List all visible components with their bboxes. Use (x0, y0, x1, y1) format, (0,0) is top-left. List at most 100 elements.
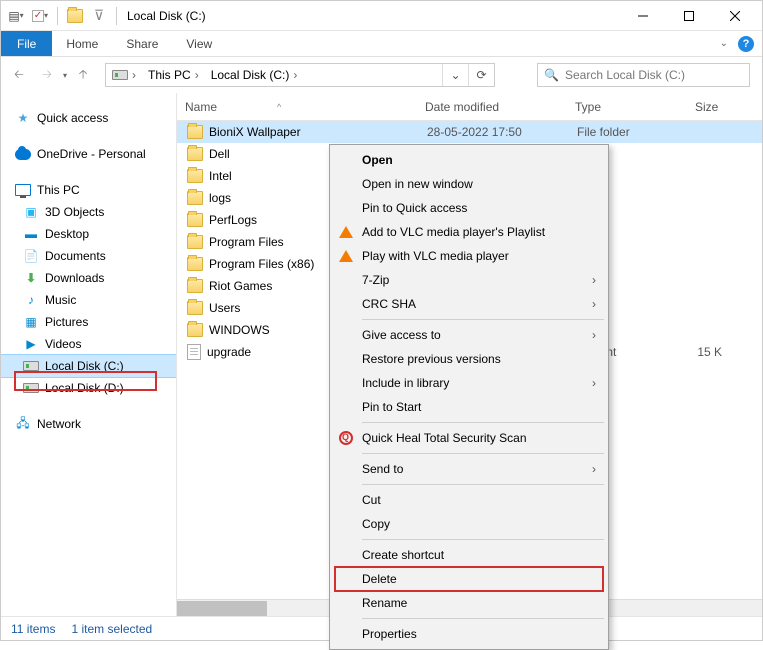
help-icon[interactable]: ? (738, 36, 754, 52)
disk-icon (23, 358, 39, 374)
history-dropdown-icon[interactable]: ▾ (63, 71, 67, 80)
minimize-button[interactable] (620, 1, 666, 31)
ribbon-tab-view[interactable]: View (172, 31, 226, 56)
chevron-right-icon: › (592, 462, 596, 476)
search-placeholder: Search Local Disk (C:) (565, 68, 685, 82)
sidebar-item-3d[interactable]: ▣3D Objects (1, 201, 176, 223)
refresh-button[interactable]: ⟳ (468, 64, 494, 86)
back-button[interactable]: 🡠 (7, 63, 31, 87)
ctx-copy[interactable]: Copy (332, 512, 606, 536)
vlc-icon (338, 224, 354, 240)
folder-icon (187, 147, 203, 161)
folder-icon (187, 301, 203, 315)
chevron-right-icon: › (592, 376, 596, 390)
nav-bar: 🡠 🡢 ▾ 🡡 › This PC› Local Disk (C:)› ⌄ ⟳ … (1, 57, 762, 93)
file-name: WINDOWS (209, 323, 270, 337)
qat-overflow-icon[interactable]: ⊽ (88, 5, 110, 27)
sidebar-network[interactable]: 🖧Network (1, 413, 176, 435)
ctx-pin-start[interactable]: Pin to Start (332, 395, 606, 419)
ctx-rename[interactable]: Rename (332, 591, 606, 615)
file-name: BioniX Wallpaper (209, 125, 301, 139)
ctx-restore-versions[interactable]: Restore previous versions (332, 347, 606, 371)
ctx-vlc-add[interactable]: Add to VLC media player's Playlist (332, 220, 606, 244)
file-name: Program Files (209, 235, 284, 249)
addr-dropdown-icon[interactable]: ⌄ (442, 64, 468, 86)
file-name: Riot Games (209, 279, 272, 293)
ctx-give-access[interactable]: Give access to› (332, 323, 606, 347)
close-button[interactable] (712, 1, 758, 31)
disk-icon (112, 70, 128, 80)
sidebar-item-music[interactable]: ♪Music (1, 289, 176, 311)
breadcrumb-pc[interactable]: This PC (148, 68, 191, 82)
context-menu: Open Open in new window Pin to Quick acc… (329, 144, 609, 650)
file-name: Dell (209, 147, 230, 161)
folder-icon (187, 279, 203, 293)
up-button[interactable]: 🡡 (71, 63, 95, 87)
ctx-open[interactable]: Open (332, 148, 606, 172)
sidebar-item-documents[interactable]: 📄Documents (1, 245, 176, 267)
sidebar-item-disk-c[interactable]: Local Disk (C:) (1, 355, 176, 377)
navigation-pane: ★Quick access OneDrive - Personal This P… (1, 93, 177, 616)
quick-access-toolbar: ▤▾ ✓▾ ⊽ (5, 5, 121, 27)
ctx-open-new-window[interactable]: Open in new window (332, 172, 606, 196)
address-bar[interactable]: › This PC› Local Disk (C:)› ⌄ ⟳ (105, 63, 495, 87)
qat-check-icon[interactable]: ✓▾ (29, 5, 51, 27)
documents-icon: 📄 (23, 248, 39, 264)
col-type-header[interactable]: Type (575, 100, 695, 114)
ribbon-expand-icon[interactable]: ⌄ (720, 38, 728, 49)
file-type: File folder (577, 125, 697, 139)
file-name: Users (209, 301, 240, 315)
search-input[interactable]: 🔍 Search Local Disk (C:) (537, 63, 750, 87)
pc-icon (15, 182, 31, 198)
ribbon-tab-home[interactable]: Home (52, 31, 112, 56)
status-selection: 1 item selected (71, 622, 152, 636)
network-icon: 🖧 (15, 416, 31, 432)
qat-menu-icon[interactable]: ▤▾ (5, 5, 27, 27)
sidebar-onedrive[interactable]: OneDrive - Personal (1, 143, 176, 165)
search-icon: 🔍 (544, 68, 559, 82)
sidebar-this-pc[interactable]: This PC (1, 179, 176, 201)
ctx-crc[interactable]: CRC SHA› (332, 292, 606, 316)
file-name: Program Files (x86) (209, 257, 314, 271)
file-row[interactable]: BioniX Wallpaper 28-05-2022 17:50File fol… (177, 121, 762, 143)
folder-icon (64, 5, 86, 27)
sidebar-item-desktop[interactable]: ▬Desktop (1, 223, 176, 245)
ctx-properties[interactable]: Properties (332, 622, 606, 646)
breadcrumb-disk[interactable]: Local Disk (C:) (211, 68, 290, 82)
ctx-pin-quick-access[interactable]: Pin to Quick access (332, 196, 606, 220)
ribbon-tab-share[interactable]: Share (112, 31, 172, 56)
pictures-icon: ▦ (23, 314, 39, 330)
forward-button[interactable]: 🡢 (35, 63, 59, 87)
col-date-header[interactable]: Date modified (425, 100, 575, 114)
folder-icon (187, 235, 203, 249)
star-icon: ★ (15, 110, 31, 126)
file-icon (187, 344, 201, 360)
folder-icon (187, 125, 203, 139)
ctx-include-library[interactable]: Include in library› (332, 371, 606, 395)
ctx-send-to[interactable]: Send to› (332, 457, 606, 481)
file-name: logs (209, 191, 231, 205)
file-date: 28-05-2022 17:50 (427, 125, 577, 139)
ctx-quickheal-scan[interactable]: Quick Heal Total Security Scan (332, 426, 606, 450)
column-headers: Name^ Date modified Type Size (177, 93, 762, 121)
folder-icon (187, 169, 203, 183)
sidebar-item-pictures[interactable]: ▦Pictures (1, 311, 176, 333)
ctx-vlc-play[interactable]: Play with VLC media player (332, 244, 606, 268)
col-name-header[interactable]: Name^ (185, 100, 425, 114)
sidebar-item-downloads[interactable]: ⬇Downloads (1, 267, 176, 289)
videos-icon: ▶ (23, 336, 39, 352)
sidebar-item-disk-d[interactable]: Local Disk (D:) (1, 377, 176, 399)
ctx-create-shortcut[interactable]: Create shortcut (332, 543, 606, 567)
col-size-header[interactable]: Size (695, 100, 762, 114)
sidebar-quick-access[interactable]: ★Quick access (1, 107, 176, 129)
ctx-7zip[interactable]: 7-Zip› (332, 268, 606, 292)
sidebar-item-videos[interactable]: ▶Videos (1, 333, 176, 355)
ctx-cut[interactable]: Cut (332, 488, 606, 512)
file-name: Intel (209, 169, 232, 183)
ribbon-file-tab[interactable]: File (1, 31, 52, 56)
ctx-delete[interactable]: Delete (332, 567, 606, 591)
title-bar: ▤▾ ✓▾ ⊽ Local Disk (C:) (1, 1, 762, 31)
maximize-button[interactable] (666, 1, 712, 31)
disk-icon (23, 380, 39, 396)
file-size: 15 K (697, 345, 762, 359)
